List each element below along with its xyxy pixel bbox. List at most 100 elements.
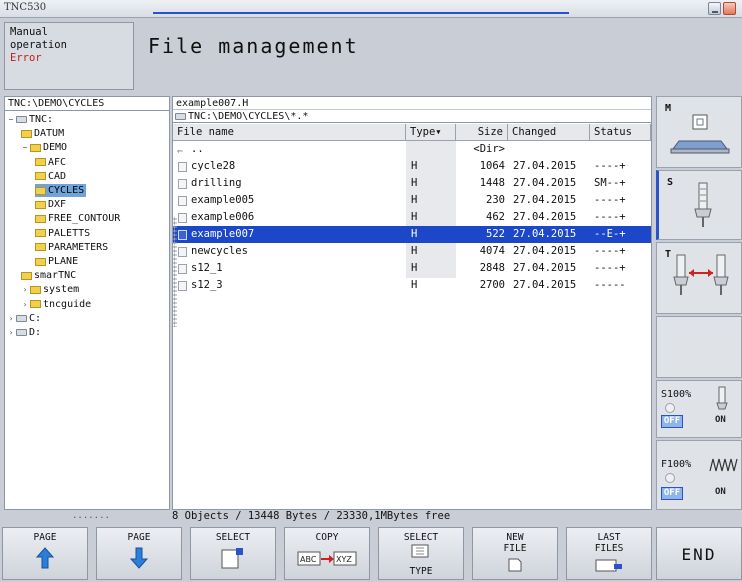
folder-icon — [30, 285, 41, 294]
spindle-icon — [694, 182, 712, 227]
file-row[interactable]: drilling H 1448 27.04.2015 SM--+ — [173, 175, 651, 192]
file-size: 462 — [486, 211, 505, 223]
file-changed-date: 27.04.2015 — [513, 228, 577, 240]
spindle-override[interactable]: S100% OFF ON — [656, 380, 742, 438]
file-row[interactable]: newcycles H 4074 27.04.2015 ----+ — [173, 243, 651, 260]
file-row[interactable]: ⇐.. <Dir> — [173, 141, 651, 158]
tree-item-smartnc[interactable]: smarTNC — [21, 269, 76, 282]
file-name: example005 — [191, 194, 255, 206]
tree-item-c[interactable]: › C: — [7, 312, 41, 325]
file-row[interactable]: cycle28 H 1064 27.04.2015 ----+ — [173, 158, 651, 175]
expand-toggle-icon[interactable]: − — [7, 113, 15, 126]
file-icon — [178, 264, 187, 274]
file-icon — [178, 247, 187, 257]
softkey-copy-4[interactable]: COPY ABC XYZ — [284, 527, 370, 580]
column-header-type[interactable]: Type▾ — [406, 124, 456, 141]
expand-toggle-icon[interactable]: − — [21, 141, 29, 154]
file-size: 4074 — [479, 245, 505, 257]
expand-toggle-icon[interactable]: › — [21, 298, 29, 311]
tree-item-tncguide[interactable]: › tncguide — [21, 298, 92, 311]
file-type: H — [411, 262, 418, 274]
softkey-page-2[interactable]: PAGE — [96, 527, 182, 580]
tree-item-afc[interactable]: AFC — [35, 156, 66, 169]
column-header-changed[interactable]: Changed — [508, 124, 590, 141]
column-header-name[interactable]: File name — [173, 124, 406, 141]
file-row[interactable]: example007 H 522 27.04.2015 --E-+ — [173, 226, 651, 243]
tree-item-free-contour[interactable]: FREE_CONTOUR — [35, 212, 120, 225]
expand-toggle-icon[interactable]: › — [21, 283, 29, 296]
directory-tree-panel: TNC:\DEMO\CYCLES − TNC: DATUM − DEMO AFC CAD CY… — [4, 96, 170, 510]
file-size: 230 — [486, 194, 505, 206]
softkey-select-3[interactable]: SELECT — [190, 527, 276, 580]
error-indicator[interactable]: Error — [10, 52, 128, 65]
tree-item-dxf[interactable]: DXF — [35, 198, 66, 211]
file-type: H — [411, 245, 418, 257]
copy-abc-xyz-icon: ABC XYZ — [297, 546, 357, 571]
file-status: ----- — [594, 279, 626, 291]
file-icon — [178, 213, 187, 223]
tree-item-label: DEMO — [43, 142, 68, 154]
file-status: SM--+ — [594, 177, 626, 189]
column-header-status[interactable]: Status — [590, 124, 651, 141]
softkey-page-1[interactable]: PAGE — [2, 527, 88, 580]
softkey-select-type-5[interactable]: SELECT TYPE — [378, 527, 464, 580]
folder-icon — [35, 214, 46, 223]
minimize-button[interactable] — [708, 2, 721, 15]
file-row[interactable]: s12_3 H 2700 27.04.2015 ----- — [173, 277, 651, 294]
spindle-off-toggle[interactable]: OFF — [661, 415, 683, 428]
tree-item-datum[interactable]: DATUM — [21, 127, 64, 140]
softkey-label: LAST — [597, 532, 621, 543]
tree-item-tnc[interactable]: − TNC: — [7, 113, 54, 126]
panel-splitter[interactable] — [173, 217, 177, 327]
softkey-last-files-7[interactable]: LAST FILES — [566, 527, 652, 580]
file-size: <Dir> — [473, 143, 505, 155]
file-size: 2700 — [479, 279, 505, 291]
softkey-row: PAGE PAGE SELECT COPY ABC XYZ SELECT TYPE NEW FIL… — [0, 524, 742, 582]
tree-item-cycles[interactable]: CYCLES — [35, 184, 87, 197]
expand-toggle-icon[interactable]: › — [7, 312, 15, 325]
expand-toggle-icon[interactable]: › — [7, 326, 15, 339]
file-type: H — [411, 279, 418, 291]
tree-item-cad[interactable]: CAD — [35, 170, 66, 183]
softkey-label: PAGE — [33, 532, 57, 543]
folder-icon — [35, 229, 46, 238]
file-changed-date: 27.04.2015 — [513, 211, 577, 223]
close-button[interactable] — [723, 2, 736, 15]
mode-line-2: operation — [10, 39, 67, 51]
file-status: ----+ — [594, 194, 626, 206]
file-type: H — [411, 211, 418, 223]
folder-icon — [35, 186, 46, 195]
tree-item-paletts[interactable]: PALETTS — [35, 227, 90, 240]
feed-override-value: F100% — [661, 459, 692, 470]
tree-item-plane[interactable]: PLANE — [35, 255, 78, 268]
m-function-key[interactable]: M — [656, 96, 742, 168]
feed-on-toggle[interactable]: ON — [715, 487, 726, 497]
file-row[interactable]: s12_1 H 2848 27.04.2015 ----+ — [173, 260, 651, 277]
select-type-icon — [410, 544, 432, 561]
t-function-key[interactable]: T — [656, 242, 742, 314]
tree-item-parameters[interactable]: PARAMETERS — [35, 241, 108, 254]
spindle-on-toggle[interactable]: ON — [715, 415, 726, 425]
file-status: ----+ — [594, 160, 626, 172]
feed-override[interactable]: F100% OFF ON — [656, 440, 742, 510]
column-header-size[interactable]: Size — [456, 124, 508, 141]
status-dots: ....... — [72, 511, 110, 521]
file-icon — [178, 179, 187, 189]
tree-item-system[interactable]: › system — [21, 283, 80, 296]
tree-item-demo[interactable]: − DEMO — [21, 141, 68, 154]
override-dial-icon — [665, 403, 675, 413]
s-function-key[interactable]: S — [656, 170, 742, 240]
file-changed-date: 27.04.2015 — [513, 262, 577, 274]
file-row[interactable]: example005 H 230 27.04.2015 ----+ — [173, 192, 651, 209]
file-row[interactable]: example006 H 462 27.04.2015 ----+ — [173, 209, 651, 226]
file-name: s12_3 — [191, 279, 223, 291]
folder-icon — [21, 271, 32, 280]
feed-off-toggle[interactable]: OFF — [661, 487, 683, 500]
end-softkey[interactable]: END — [656, 527, 742, 580]
softkey-new-file-6[interactable]: NEW FILE — [472, 527, 558, 580]
tree-item-d[interactable]: › D: — [7, 326, 41, 339]
tree-item-label: C: — [29, 312, 42, 324]
folder-icon — [35, 158, 46, 167]
file-filter-text: TNC:\DEMO\CYCLES\*.* — [188, 110, 309, 122]
file-name: cycle28 — [191, 160, 236, 172]
